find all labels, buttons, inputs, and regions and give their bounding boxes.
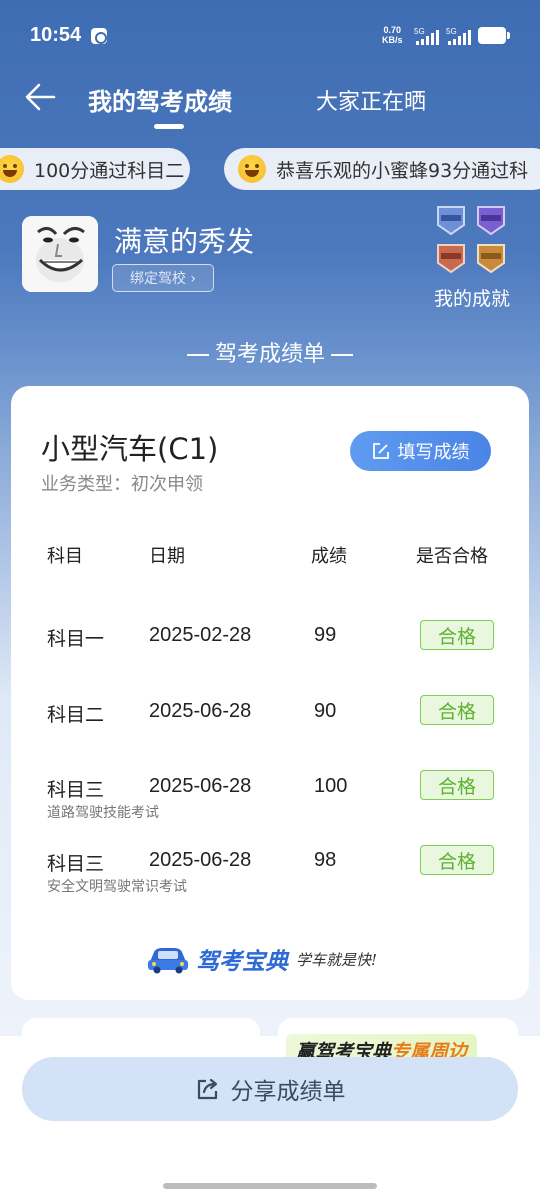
- section-title: 驾考成绩单: [0, 336, 540, 368]
- brand-name: 驾考宝典: [196, 949, 288, 975]
- network-speed: 0.70 KB/s: [382, 25, 403, 45]
- row-score: 98: [314, 849, 337, 871]
- pass-status-badge: 合格: [420, 770, 494, 800]
- home-indicator[interactable]: [163, 1183, 377, 1189]
- signal-icon: 5G: [446, 27, 474, 45]
- business-type: 业务类型：初次申领: [41, 474, 203, 495]
- smiley-emoji-icon: [0, 155, 24, 183]
- section-title-text: 驾考成绩单: [214, 342, 325, 367]
- share-score-button[interactable]: 分享成绩单: [22, 1057, 518, 1121]
- battery-icon: [478, 27, 510, 44]
- row-note: 安全文明驾驶常识考试: [47, 879, 187, 895]
- status-time: 10:54: [30, 24, 82, 46]
- row-date: 2025-06-28: [149, 700, 252, 722]
- badge-icon: [477, 206, 505, 236]
- signal-icon: 5G: [414, 27, 442, 45]
- row-date: 2025-06-28: [149, 849, 252, 871]
- column-header-pass: 是否合格: [416, 546, 488, 567]
- row-subject: 科目二: [47, 704, 105, 726]
- row-date: 2025-06-28: [149, 775, 252, 797]
- badge-icon: [437, 244, 465, 274]
- tab-everyone-sharing[interactable]: 大家正在晒: [316, 84, 426, 116]
- column-header-date: 日期: [149, 546, 185, 567]
- achievement-badges[interactable]: [434, 203, 514, 277]
- car-icon: [148, 948, 188, 974]
- vehicle-type: 小型汽车(C1): [41, 432, 219, 466]
- ticker-item[interactable]: 恭喜乐观的小蜜蜂93分通过科: [224, 148, 540, 190]
- username: 满意的秀发: [114, 225, 255, 258]
- tab-active-indicator: [154, 124, 184, 129]
- score-card: 小型汽车(C1) 业务类型：初次申领 填写成绩 科目 日期 成绩 是否合格 科目…: [11, 386, 529, 1000]
- badge-icon: [477, 244, 505, 274]
- ticker-text: 恭喜乐观的小蜜蜂93分通过科: [276, 159, 529, 182]
- column-header-subject: 科目: [47, 546, 83, 567]
- network-speed-value: 0.70: [383, 25, 402, 35]
- pass-status-badge: 合格: [420, 845, 494, 875]
- signal-label: 5G: [414, 27, 425, 36]
- smiley-emoji-icon: [238, 155, 266, 183]
- row-subject: 科目一: [47, 628, 105, 650]
- network-speed-unit: KB/s: [382, 35, 403, 45]
- tab-my-scores[interactable]: 我的驾考成绩: [88, 82, 232, 117]
- notification-app-icon: [91, 28, 107, 44]
- avatar[interactable]: [22, 216, 98, 292]
- row-subject: 科目三: [47, 853, 105, 875]
- row-score: 99: [314, 624, 337, 646]
- brand-logo: 驾考宝典 学车就是快!: [146, 942, 377, 976]
- status-bar: 10:54 0.70 KB/s 5G 5G: [0, 0, 540, 72]
- share-button-label: 分享成绩单: [230, 1079, 346, 1105]
- my-achievements-label[interactable]: 我的成就: [434, 284, 510, 311]
- ticker-text: 100分通过科目二: [34, 159, 185, 182]
- back-arrow-icon[interactable]: [24, 80, 58, 114]
- fill-score-button[interactable]: 填写成绩: [350, 431, 491, 471]
- ticker-item[interactable]: 100分通过科目二: [0, 148, 190, 190]
- row-score: 90: [314, 700, 337, 722]
- brand-slogan: 学车就是快!: [296, 950, 378, 969]
- edit-icon: [372, 443, 389, 459]
- row-date: 2025-02-28: [149, 624, 252, 646]
- row-score: 100: [314, 775, 348, 797]
- signal-label: 5G: [446, 27, 457, 36]
- badge-icon: [437, 206, 465, 236]
- pass-status-badge: 合格: [420, 695, 494, 725]
- row-note: 道路驾驶技能考试: [47, 805, 159, 821]
- row-subject: 科目三: [47, 779, 105, 801]
- share-icon: [197, 1078, 217, 1100]
- column-header-score: 成绩: [311, 546, 347, 567]
- fill-score-label: 填写成绩: [397, 442, 470, 463]
- pass-status-badge: 合格: [420, 620, 494, 650]
- bind-driving-school-button[interactable]: 绑定驾校 ›: [112, 264, 214, 292]
